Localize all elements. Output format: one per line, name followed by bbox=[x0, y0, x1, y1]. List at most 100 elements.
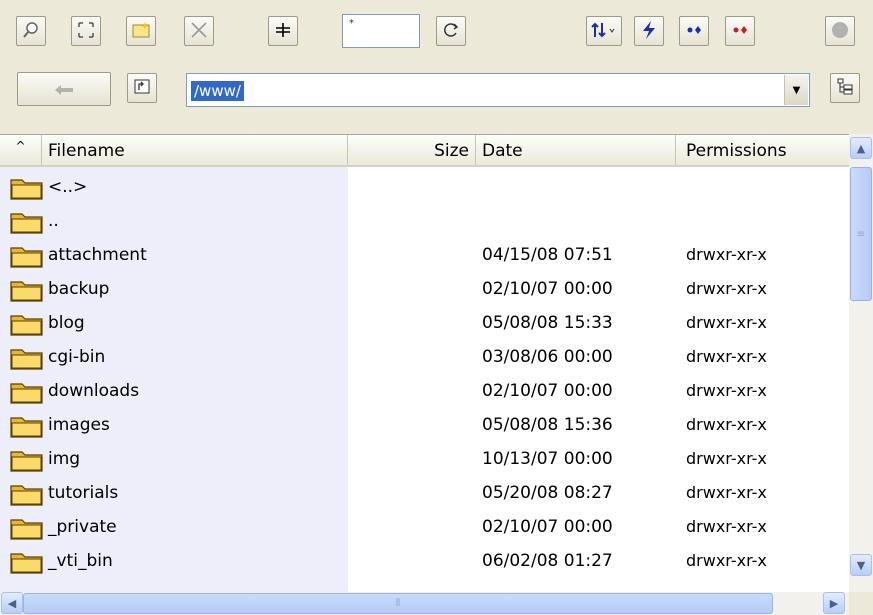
file-permissions: drwxr-xr-x bbox=[686, 347, 767, 366]
file-permissions: drwxr-xr-x bbox=[686, 483, 767, 502]
list-item[interactable]: _private 02/10/07 00:00 drwxr-xr-x bbox=[0, 509, 849, 543]
add-button[interactable] bbox=[268, 16, 298, 46]
file-name: _vti_bin bbox=[48, 551, 113, 571]
chevron-right-icon: ▶ bbox=[829, 596, 839, 610]
chevron-up-icon: ▲ bbox=[856, 141, 866, 155]
file-date: 02/10/07 00:00 bbox=[482, 517, 613, 537]
parent-folder-button[interactable] bbox=[127, 73, 157, 103]
vertical-scrollbar[interactable]: ▲ ≡ ▼ bbox=[849, 134, 873, 592]
back-arrow-icon bbox=[54, 77, 74, 101]
folder-icon bbox=[10, 346, 44, 370]
list-item[interactable]: .. bbox=[0, 203, 849, 237]
folder-icon bbox=[10, 278, 44, 302]
list-item[interactable]: cgi-bin 03/08/06 00:00 drwxr-xr-x bbox=[0, 339, 849, 373]
scroll-left-button[interactable]: ◀ bbox=[1, 592, 23, 614]
horizontal-scrollbar[interactable]: ◀ ⦀ ▶ bbox=[0, 592, 849, 615]
file-date: 02/10/07 00:00 bbox=[482, 279, 613, 299]
connect-icon bbox=[684, 23, 704, 40]
file-name: img bbox=[48, 449, 81, 469]
file-name: cgi-bin bbox=[48, 347, 106, 367]
list-item[interactable]: img 10/13/07 00:00 drwxr-xr-x bbox=[0, 441, 849, 475]
list-item[interactable]: blog 05/08/08 15:33 drwxr-xr-x bbox=[0, 305, 849, 339]
file-name: blog bbox=[48, 313, 85, 333]
path-input[interactable]: /www/ bbox=[191, 81, 244, 101]
folder-icon bbox=[10, 516, 44, 540]
refresh-button[interactable] bbox=[436, 16, 466, 46]
connect-button[interactable] bbox=[679, 16, 709, 46]
list-item[interactable]: backup 02/10/07 00:00 drwxr-xr-x bbox=[0, 271, 849, 305]
list-item[interactable]: <..> bbox=[0, 169, 849, 203]
column-header-permissions[interactable]: Permissions bbox=[676, 135, 849, 165]
chevron-left-icon: ◀ bbox=[7, 596, 17, 610]
file-name: _private bbox=[48, 517, 117, 537]
folder-icon bbox=[10, 312, 44, 336]
file-name: <..> bbox=[48, 177, 88, 197]
file-date: 05/20/08 08:27 bbox=[482, 483, 613, 503]
folder-icon bbox=[10, 414, 44, 438]
file-permissions: drwxr-xr-x bbox=[686, 517, 767, 536]
file-permissions: drwxr-xr-x bbox=[686, 381, 767, 400]
find-icon bbox=[22, 21, 40, 42]
file-permissions: drwxr-xr-x bbox=[686, 449, 767, 468]
chevron-down-icon: ▼ bbox=[856, 558, 866, 572]
file-name: downloads bbox=[48, 381, 140, 401]
new-folder-button[interactable] bbox=[126, 16, 156, 46]
add-icon bbox=[274, 21, 292, 42]
file-name: backup bbox=[48, 279, 110, 299]
disconnect-button[interactable] bbox=[725, 16, 755, 46]
folder-icon bbox=[10, 380, 44, 404]
file-name: attachment bbox=[48, 245, 147, 265]
file-date: 03/08/06 00:00 bbox=[482, 347, 613, 367]
lightning-icon bbox=[640, 20, 658, 43]
new-folder-icon bbox=[131, 21, 151, 42]
folder-icon bbox=[10, 244, 44, 268]
file-permissions: drwxr-xr-x bbox=[686, 551, 767, 570]
select-all-button[interactable] bbox=[71, 16, 101, 46]
delete-button[interactable] bbox=[184, 16, 214, 46]
file-date: 05/08/08 15:33 bbox=[482, 313, 613, 333]
list-item[interactable]: attachment 04/15/08 07:51 drwxr-xr-x bbox=[0, 237, 849, 271]
tree-view-button[interactable] bbox=[830, 73, 860, 103]
column-header-date[interactable]: Date bbox=[476, 135, 676, 165]
file-date: 04/15/08 07:51 bbox=[482, 245, 613, 265]
disconnect-icon bbox=[730, 23, 750, 40]
tree-view-icon bbox=[836, 77, 854, 99]
file-list[interactable]: ^ Filename Size Date Permissions <..>.. a… bbox=[0, 134, 873, 615]
file-date: 02/10/07 00:00 bbox=[482, 381, 613, 401]
filter-input[interactable]: * bbox=[342, 14, 420, 48]
horizontal-scroll-thumb[interactable]: ⦀ bbox=[23, 593, 773, 614]
lightning-button[interactable] bbox=[634, 16, 664, 46]
list-item[interactable]: tutorials 05/20/08 08:27 drwxr-xr-x bbox=[0, 475, 849, 509]
scrollbar-corner bbox=[849, 592, 873, 615]
sort-indicator-header[interactable]: ^ bbox=[0, 135, 42, 165]
sort-button[interactable] bbox=[586, 16, 622, 46]
path-dropdown-button[interactable]: ▼ bbox=[784, 75, 808, 105]
scroll-down-button[interactable]: ▼ bbox=[850, 554, 872, 576]
column-header-size[interactable]: Size bbox=[348, 135, 476, 165]
file-date: 05/08/08 15:36 bbox=[482, 415, 613, 435]
grip-icon: ⦀ bbox=[395, 598, 401, 609]
list-item[interactable]: _vti_bin 06/02/08 01:27 drwxr-xr-x bbox=[0, 543, 849, 577]
back-button[interactable] bbox=[17, 72, 111, 106]
file-date: 10/13/07 00:00 bbox=[482, 449, 613, 469]
find-button[interactable] bbox=[16, 16, 46, 46]
file-permissions: drwxr-xr-x bbox=[686, 245, 767, 264]
grip-icon: ≡ bbox=[856, 228, 866, 240]
scroll-up-button[interactable]: ▲ bbox=[850, 137, 872, 159]
refresh-icon bbox=[442, 21, 460, 42]
column-header-filename[interactable]: Filename bbox=[42, 135, 348, 165]
file-permissions: drwxr-xr-x bbox=[686, 415, 767, 434]
list-item[interactable]: images 05/08/08 15:36 drwxr-xr-x bbox=[0, 407, 849, 441]
folder-icon bbox=[10, 448, 44, 472]
file-permissions: drwxr-xr-x bbox=[686, 279, 767, 298]
folder-icon bbox=[10, 550, 44, 574]
folder-icon bbox=[10, 176, 44, 200]
delete-icon bbox=[190, 21, 208, 42]
list-item[interactable]: downloads 02/10/07 00:00 drwxr-xr-x bbox=[0, 373, 849, 407]
chevron-down-icon: ▼ bbox=[792, 84, 801, 96]
path-combobox[interactable]: /www/ ▼ bbox=[186, 73, 810, 107]
file-permissions: drwxr-xr-x bbox=[686, 313, 767, 332]
stop-button[interactable] bbox=[825, 16, 855, 46]
scroll-right-button[interactable]: ▶ bbox=[823, 592, 845, 614]
vertical-scroll-thumb[interactable]: ≡ bbox=[850, 167, 872, 301]
